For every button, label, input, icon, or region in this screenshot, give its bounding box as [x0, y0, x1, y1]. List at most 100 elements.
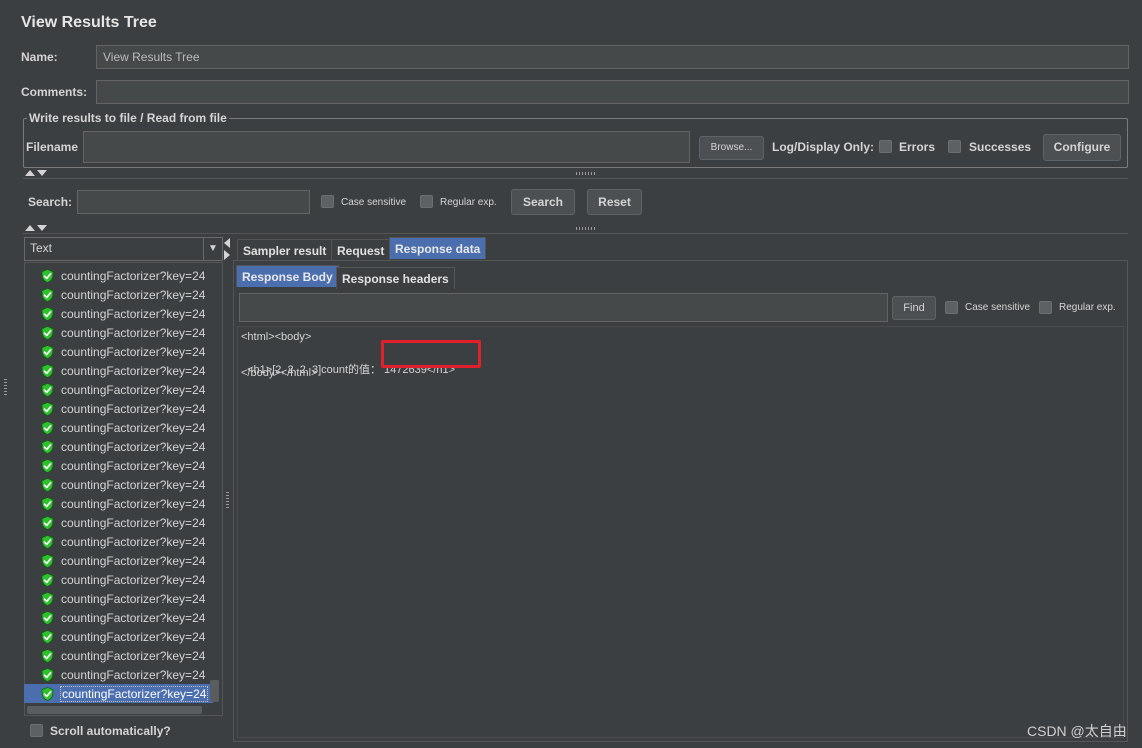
- tree-item[interactable]: countingFactorizer?key=24: [40, 513, 215, 532]
- file-section-title: Write results to file / Read from file: [27, 111, 229, 125]
- splitter-arrows-2[interactable]: [25, 225, 47, 231]
- configure-button[interactable]: Configure: [1043, 134, 1121, 161]
- tree-item-label: countingFactorizer?key=24: [61, 667, 206, 682]
- tree-item[interactable]: countingFactorizer?key=24: [40, 399, 215, 418]
- response-line-1: <html><body>: [241, 331, 312, 343]
- search-button[interactable]: Search: [511, 189, 575, 215]
- successes-label: Successes: [969, 140, 1032, 154]
- tree-item[interactable]: countingFactorizer?key=24: [40, 551, 215, 570]
- tree-item[interactable]: countingFactorizer?key=24: [40, 475, 215, 494]
- tree-item[interactable]: countingFactorizer?key=24: [40, 532, 215, 551]
- success-shield-icon: [41, 553, 54, 568]
- success-shield-icon: [41, 610, 54, 625]
- success-shield-icon: [41, 439, 54, 454]
- vertical-splitter-grip[interactable]: [226, 490, 229, 508]
- splitter-arrows[interactable]: [25, 170, 47, 176]
- success-shield-icon: [41, 496, 54, 511]
- response-body-area[interactable]: [237, 326, 1124, 738]
- find-case-checkbox[interactable]: [945, 301, 958, 314]
- tab-response-body[interactable]: Response Body: [236, 265, 339, 287]
- tree-item-label: countingFactorizer?key=24: [61, 344, 206, 359]
- find-button[interactable]: Find: [892, 296, 936, 320]
- tree-item[interactable]: countingFactorizer?key=24: [40, 285, 215, 304]
- tree-item-label: countingFactorizer?key=24: [59, 685, 209, 702]
- splitter-grip[interactable]: [576, 172, 595, 175]
- tree-item-label: countingFactorizer?key=24: [61, 382, 206, 397]
- tree-item-label: countingFactorizer?key=24: [61, 553, 206, 568]
- renderer-selected: Text: [30, 241, 53, 255]
- tree-item[interactable]: countingFactorizer?key=24: [40, 456, 215, 475]
- tab-request[interactable]: Request: [331, 239, 391, 261]
- filename-label: Filename: [26, 140, 79, 154]
- success-shield-icon: [41, 306, 54, 321]
- tab-response-headers[interactable]: Response headers: [336, 267, 455, 289]
- success-shield-icon: [41, 268, 54, 283]
- tree-item[interactable]: countingFactorizer?key=24: [40, 380, 215, 399]
- dropdown-arrow-icon[interactable]: ▼: [203, 238, 222, 260]
- tree-item-label: countingFactorizer?key=24: [61, 439, 206, 454]
- tree-item-label: countingFactorizer?key=24: [61, 648, 206, 663]
- name-field[interactable]: View Results Tree: [96, 45, 1129, 69]
- search-label: Search:: [28, 195, 73, 209]
- tree-item[interactable]: countingFactorizer?key=24: [40, 494, 215, 513]
- success-shield-icon: [41, 325, 54, 340]
- tree-item-label: countingFactorizer?key=24: [61, 287, 206, 302]
- left-edge-grip[interactable]: [4, 377, 7, 395]
- collapse-down-icon[interactable]: [37, 170, 47, 176]
- find-regex-label: Regular exp.: [1059, 302, 1116, 313]
- success-shield-icon: [41, 686, 54, 701]
- success-shield-icon: [41, 648, 54, 663]
- browse-button[interactable]: Browse...: [699, 136, 764, 160]
- tree-item[interactable]: countingFactorizer?key=24: [40, 342, 215, 361]
- tab-sampler-result[interactable]: Sampler result: [237, 239, 333, 261]
- splitter-grip-2[interactable]: [576, 227, 595, 230]
- errors-checkbox[interactable]: [879, 140, 892, 153]
- success-shield-icon: [41, 287, 54, 302]
- tree-item[interactable]: countingFactorizer?key=24: [40, 646, 215, 665]
- success-shield-icon: [41, 572, 54, 587]
- tree-item-label: countingFactorizer?key=24: [61, 610, 206, 625]
- vertical-splitter-arrows[interactable]: [224, 238, 230, 260]
- find-regex-checkbox[interactable]: [1039, 301, 1052, 314]
- tree-item-label: countingFactorizer?key=24: [61, 629, 206, 644]
- tree-item[interactable]: countingFactorizer?key=24: [40, 665, 215, 684]
- log-display-label: Log/Display Only:: [772, 140, 875, 154]
- tree-item[interactable]: countingFactorizer?key=24: [40, 608, 215, 627]
- filename-field[interactable]: [83, 131, 690, 163]
- tree-vscroll-thumb[interactable]: [210, 680, 219, 702]
- reset-button[interactable]: Reset: [587, 189, 642, 215]
- search-regex-checkbox[interactable]: [420, 195, 433, 208]
- tab-response-data[interactable]: Response data: [389, 237, 487, 259]
- search-case-checkbox[interactable]: [321, 195, 334, 208]
- tree-item[interactable]: countingFactorizer?key=24: [40, 361, 215, 380]
- comments-field[interactable]: [96, 80, 1129, 104]
- tree-item[interactable]: countingFactorizer?key=24: [40, 304, 215, 323]
- collapse-up-icon[interactable]: [25, 225, 35, 231]
- tree-item[interactable]: countingFactorizer?key=24: [40, 266, 215, 285]
- success-shield-icon: [41, 344, 54, 359]
- renderer-select[interactable]: Text ▼: [24, 237, 223, 261]
- tree-item-label: countingFactorizer?key=24: [61, 477, 206, 492]
- tree-item-label: countingFactorizer?key=24: [61, 325, 206, 340]
- successes-checkbox[interactable]: [948, 140, 961, 153]
- comments-label: Comments:: [21, 85, 88, 99]
- tree-item[interactable]: countingFactorizer?key=24: [40, 437, 215, 456]
- success-shield-icon: [41, 401, 54, 416]
- tree-item[interactable]: countingFactorizer?key=24: [40, 589, 215, 608]
- tree-item[interactable]: countingFactorizer?key=24: [40, 627, 215, 646]
- tree-item-label: countingFactorizer?key=24: [61, 306, 206, 321]
- tree-item[interactable]: countingFactorizer?key=24: [40, 323, 215, 342]
- tree-item[interactable]: countingFactorizer?key=24: [40, 418, 215, 437]
- collapse-down-icon[interactable]: [37, 225, 47, 231]
- collapse-up-icon[interactable]: [25, 170, 35, 176]
- scroll-auto-checkbox[interactable]: [30, 724, 43, 737]
- search-input[interactable]: [77, 190, 310, 214]
- tree-item[interactable]: countingFactorizer?key=24: [40, 570, 215, 589]
- success-shield-icon: [41, 363, 54, 378]
- tree-hscroll-thumb[interactable]: [27, 706, 202, 714]
- tree-item[interactable]: countingFactorizer?key=24: [24, 684, 213, 703]
- success-shield-icon: [41, 534, 54, 549]
- tree-item-label: countingFactorizer?key=24: [61, 496, 206, 511]
- find-input[interactable]: [239, 293, 888, 322]
- tree-item-label: countingFactorizer?key=24: [61, 268, 206, 283]
